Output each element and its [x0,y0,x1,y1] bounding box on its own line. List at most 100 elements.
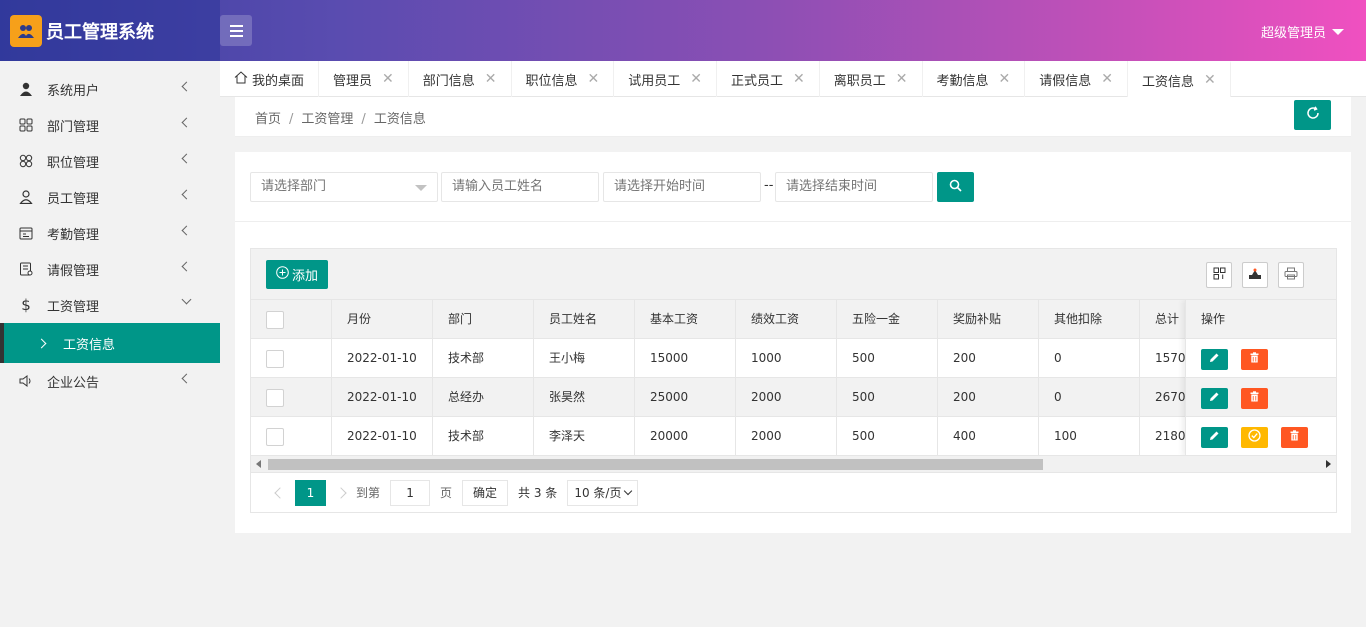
table-header-row: 月份 部门 员工姓名 基本工资 绩效工资 五险一金 奖励补贴 其他扣除 总计 [251,300,1336,339]
sidebar-item-employees[interactable]: 员工管理 [0,179,220,215]
scroll-left-arrow-icon[interactable] [256,460,261,468]
tab-admin[interactable]: 管理员 ✕ [319,61,409,97]
add-button[interactable]: 添加 [266,260,329,289]
sidebar-item-attendance[interactable]: 考勤管理 [0,215,220,251]
next-page-icon[interactable] [335,486,347,499]
row-checkbox[interactable] [266,388,284,407]
column-header-performance[interactable]: 绩效工资 [736,300,837,339]
scrollbar-thumb[interactable] [268,459,1043,470]
row-checkbox[interactable] [266,427,284,446]
select-all-checkbox[interactable] [266,310,284,329]
tab-attendance-info[interactable]: 考勤信息 ✕ [923,61,1026,97]
breadcrumb-home[interactable]: 首页 [255,112,281,127]
chevron-down-icon [181,294,192,305]
goto-page-input[interactable]: 1 [390,479,431,506]
tab-label: 正式员工 [731,73,784,89]
tab-label: 请假信息 [1039,73,1092,89]
user-menu[interactable]: 超级管理员 [1261,22,1344,41]
user-name: 超级管理员 [1260,26,1326,41]
close-icon[interactable]: ✕ [999,71,1011,87]
column-header-bonus[interactable]: 奖励补贴 [938,300,1039,339]
cell-insurance: 500 [837,378,938,417]
tab-desktop[interactable]: 我的桌面 [220,61,320,97]
column-header-name[interactable]: 员工姓名 [534,300,635,339]
cell-dept: 技术部 [433,417,534,455]
sidebar-item-positions[interactable]: 职位管理 [0,143,220,179]
edit-button[interactable] [1201,388,1228,409]
breadcrumb-level1[interactable]: 工资管理 [301,112,353,127]
close-icon[interactable]: ✕ [1204,72,1216,88]
end-date-input[interactable]: 请选择结束时间 [775,172,933,202]
columns-filter-button[interactable] [1206,262,1232,288]
tab-salary-info[interactable]: 工资信息 ✕ [1128,61,1231,97]
page-size-value: 10 条/页 [574,485,622,500]
caret-down-icon [1332,28,1344,35]
cell-dept: 技术部 [433,339,534,378]
approve-button[interactable] [1241,427,1268,448]
column-header-month[interactable]: 月份 [332,300,433,339]
sidebar-item-departments[interactable]: 部门管理 [0,107,220,143]
column-header-base-salary[interactable]: 基本工资 [635,300,736,339]
close-icon[interactable]: ✕ [793,71,805,87]
tab-leave-info[interactable]: 请假信息 ✕ [1025,61,1129,97]
sidebar-item-leave[interactable]: 请假管理 [0,251,220,287]
chevron-right-icon [36,338,47,348]
edit-button[interactable] [1201,349,1228,370]
refresh-button[interactable] [1294,100,1331,130]
pagination: 1 到第 1 页 确定 共 3 条 10 条/页 [250,473,1337,513]
edit-button[interactable] [1201,427,1228,448]
close-icon[interactable]: ✕ [588,71,600,87]
speaker-icon [18,373,34,389]
sidebar-item-system-users[interactable]: 系统用户 [0,71,220,107]
page-size-select[interactable]: 10 条/页 [567,479,639,506]
cell-insurance: 500 [837,417,938,455]
department-select[interactable]: 请选择部门 [250,172,438,202]
horizontal-scrollbar[interactable] [250,456,1337,473]
column-header-deduction[interactable]: 其他扣除 [1039,300,1140,339]
breadcrumb: 首页 / 工资管理 / 工资信息 [255,108,426,127]
close-icon[interactable]: ✕ [382,71,394,87]
table-toolbar: 添加 [250,248,1337,299]
close-icon[interactable]: ✕ [485,71,497,87]
cell-base-salary: 15000 [635,339,736,378]
calendar-icon [18,225,34,241]
sidebar-subitem-salary-info[interactable]: 工资信息 [0,323,220,363]
close-icon[interactable]: ✕ [690,71,702,87]
row-checkbox[interactable] [266,349,284,368]
start-date-input[interactable]: 请选择开始时间 [603,172,761,202]
sidebar-item-salary[interactable]: $ 工资管理 [0,287,220,323]
goto-label: 到第 [356,486,381,500]
close-icon[interactable]: ✕ [1101,71,1113,87]
column-header-insurance[interactable]: 五险一金 [837,300,938,339]
menu-toggle-button[interactable] [220,15,252,46]
prev-page-icon[interactable] [274,486,286,499]
delete-button[interactable] [1241,349,1268,370]
cell-month: 2022-01-10 [332,417,433,455]
cluster-icon [18,153,34,169]
sidebar-item-announcements[interactable]: 企业公告 [0,363,220,399]
close-icon[interactable]: ✕ [896,71,908,87]
search-button[interactable] [937,172,974,202]
goto-confirm-button[interactable]: 确定 [462,479,509,506]
employee-name-input[interactable]: 请输入员工姓名 [441,172,599,202]
tab-resigned-employees[interactable]: 离职员工 ✕ [820,61,923,97]
tab-position-info[interactable]: 职位信息 ✕ [512,61,615,97]
page-number-current[interactable]: 1 [295,479,326,506]
table-row: 2022-01-10 技术部 王小梅 15000 1000 500 200 0 … [251,339,1336,378]
scroll-right-arrow-icon[interactable] [1326,460,1331,468]
cell-performance: 1000 [736,339,837,378]
export-button[interactable] [1242,262,1268,288]
delete-button[interactable] [1281,427,1308,448]
sidebar: 系统用户 部门管理 职位管理 员工管理 考勤管理 请假管理 $ 工资管理 工资信… [0,61,220,627]
app-logo[interactable]: 员工管理系统 [0,0,220,61]
sidebar-item-label: 系统用户 [47,83,100,99]
grid-icon [18,117,34,133]
tab-dept-info[interactable]: 部门信息 ✕ [409,61,512,97]
print-button[interactable] [1278,262,1304,288]
cell-bonus: 200 [938,378,1039,417]
tab-probation-employees[interactable]: 试用员工 ✕ [614,61,718,97]
tab-regular-employees[interactable]: 正式员工 ✕ [717,61,820,97]
column-header-dept[interactable]: 部门 [433,300,534,339]
delete-button[interactable] [1241,388,1268,409]
check-circle-icon [1248,429,1261,446]
